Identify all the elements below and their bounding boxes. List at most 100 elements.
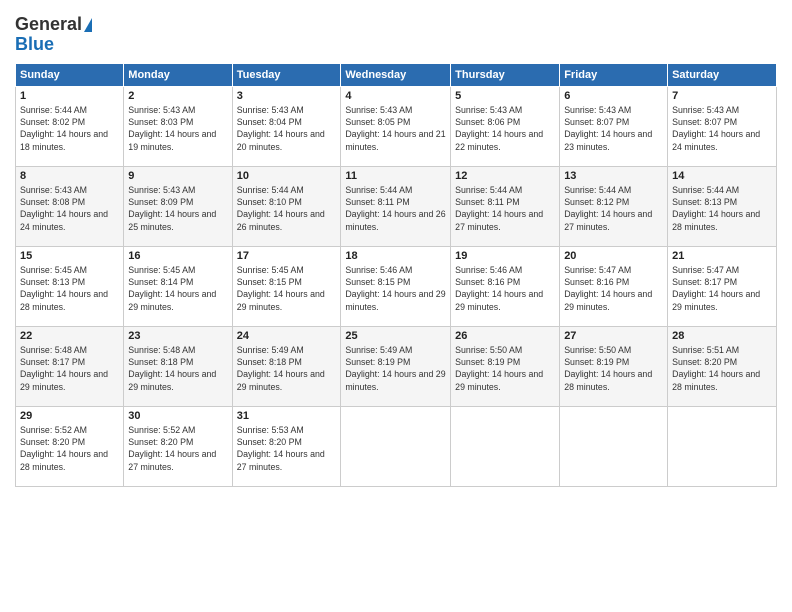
day-number: 27 (564, 330, 663, 342)
weekday-header: Saturday (668, 63, 777, 86)
calendar-cell (451, 406, 560, 486)
weekday-header: Wednesday (341, 63, 451, 86)
day-info: Sunrise: 5:43 AMSunset: 8:07 PMDaylight:… (672, 105, 760, 152)
calendar-cell: 1 Sunrise: 5:44 AMSunset: 8:02 PMDayligh… (16, 86, 124, 166)
header: General Blue (15, 15, 777, 55)
calendar-cell: 23 Sunrise: 5:48 AMSunset: 8:18 PMDaylig… (124, 326, 232, 406)
day-info: Sunrise: 5:50 AMSunset: 8:19 PMDaylight:… (455, 345, 543, 392)
day-number: 30 (128, 410, 227, 422)
day-number: 11 (345, 170, 446, 182)
logo: General Blue (15, 15, 92, 55)
day-number: 18 (345, 250, 446, 262)
calendar-week-row: 29 Sunrise: 5:52 AMSunset: 8:20 PMDaylig… (16, 406, 777, 486)
calendar-cell: 21 Sunrise: 5:47 AMSunset: 8:17 PMDaylig… (668, 246, 777, 326)
calendar-week-row: 8 Sunrise: 5:43 AMSunset: 8:08 PMDayligh… (16, 166, 777, 246)
calendar-cell (560, 406, 668, 486)
day-info: Sunrise: 5:43 AMSunset: 8:06 PMDaylight:… (455, 105, 543, 152)
calendar-cell: 28 Sunrise: 5:51 AMSunset: 8:20 PMDaylig… (668, 326, 777, 406)
day-number: 8 (20, 170, 119, 182)
day-number: 10 (237, 170, 337, 182)
calendar-cell: 29 Sunrise: 5:52 AMSunset: 8:20 PMDaylig… (16, 406, 124, 486)
day-info: Sunrise: 5:47 AMSunset: 8:16 PMDaylight:… (564, 265, 652, 312)
calendar-header: SundayMondayTuesdayWednesdayThursdayFrid… (16, 63, 777, 86)
day-number: 9 (128, 170, 227, 182)
day-info: Sunrise: 5:43 AMSunset: 8:09 PMDaylight:… (128, 185, 216, 232)
day-info: Sunrise: 5:45 AMSunset: 8:15 PMDaylight:… (237, 265, 325, 312)
calendar-cell: 3 Sunrise: 5:43 AMSunset: 8:04 PMDayligh… (232, 86, 341, 166)
day-number: 20 (564, 250, 663, 262)
day-number: 14 (672, 170, 772, 182)
logo-text: General (15, 15, 92, 35)
day-info: Sunrise: 5:43 AMSunset: 8:05 PMDaylight:… (345, 105, 445, 152)
day-number: 12 (455, 170, 555, 182)
day-number: 16 (128, 250, 227, 262)
calendar-week-row: 22 Sunrise: 5:48 AMSunset: 8:17 PMDaylig… (16, 326, 777, 406)
day-number: 22 (20, 330, 119, 342)
calendar-cell: 10 Sunrise: 5:44 AMSunset: 8:10 PMDaylig… (232, 166, 341, 246)
day-info: Sunrise: 5:44 AMSunset: 8:11 PMDaylight:… (345, 185, 445, 232)
calendar-week-row: 15 Sunrise: 5:45 AMSunset: 8:13 PMDaylig… (16, 246, 777, 326)
calendar-cell (341, 406, 451, 486)
day-info: Sunrise: 5:53 AMSunset: 8:20 PMDaylight:… (237, 425, 325, 472)
day-info: Sunrise: 5:52 AMSunset: 8:20 PMDaylight:… (128, 425, 216, 472)
calendar-cell: 31 Sunrise: 5:53 AMSunset: 8:20 PMDaylig… (232, 406, 341, 486)
day-info: Sunrise: 5:43 AMSunset: 8:07 PMDaylight:… (564, 105, 652, 152)
calendar-cell: 6 Sunrise: 5:43 AMSunset: 8:07 PMDayligh… (560, 86, 668, 166)
day-info: Sunrise: 5:50 AMSunset: 8:19 PMDaylight:… (564, 345, 652, 392)
day-number: 17 (237, 250, 337, 262)
day-info: Sunrise: 5:44 AMSunset: 8:10 PMDaylight:… (237, 185, 325, 232)
calendar-cell: 4 Sunrise: 5:43 AMSunset: 8:05 PMDayligh… (341, 86, 451, 166)
calendar-cell: 12 Sunrise: 5:44 AMSunset: 8:11 PMDaylig… (451, 166, 560, 246)
day-info: Sunrise: 5:47 AMSunset: 8:17 PMDaylight:… (672, 265, 760, 312)
day-info: Sunrise: 5:43 AMSunset: 8:08 PMDaylight:… (20, 185, 108, 232)
day-number: 31 (237, 410, 337, 422)
weekday-header: Thursday (451, 63, 560, 86)
day-number: 29 (20, 410, 119, 422)
calendar-cell: 20 Sunrise: 5:47 AMSunset: 8:16 PMDaylig… (560, 246, 668, 326)
day-info: Sunrise: 5:52 AMSunset: 8:20 PMDaylight:… (20, 425, 108, 472)
calendar-cell: 14 Sunrise: 5:44 AMSunset: 8:13 PMDaylig… (668, 166, 777, 246)
calendar-cell: 25 Sunrise: 5:49 AMSunset: 8:19 PMDaylig… (341, 326, 451, 406)
calendar-cell: 17 Sunrise: 5:45 AMSunset: 8:15 PMDaylig… (232, 246, 341, 326)
calendar-cell: 8 Sunrise: 5:43 AMSunset: 8:08 PMDayligh… (16, 166, 124, 246)
calendar-cell (668, 406, 777, 486)
day-info: Sunrise: 5:46 AMSunset: 8:15 PMDaylight:… (345, 265, 445, 312)
day-number: 4 (345, 90, 446, 102)
day-number: 26 (455, 330, 555, 342)
calendar-cell: 18 Sunrise: 5:46 AMSunset: 8:15 PMDaylig… (341, 246, 451, 326)
day-number: 6 (564, 90, 663, 102)
calendar-cell: 9 Sunrise: 5:43 AMSunset: 8:09 PMDayligh… (124, 166, 232, 246)
day-number: 21 (672, 250, 772, 262)
day-number: 5 (455, 90, 555, 102)
calendar-cell: 22 Sunrise: 5:48 AMSunset: 8:17 PMDaylig… (16, 326, 124, 406)
logo-icon (84, 18, 92, 32)
day-info: Sunrise: 5:46 AMSunset: 8:16 PMDaylight:… (455, 265, 543, 312)
day-info: Sunrise: 5:43 AMSunset: 8:03 PMDaylight:… (128, 105, 216, 152)
weekday-header: Tuesday (232, 63, 341, 86)
calendar-week-row: 1 Sunrise: 5:44 AMSunset: 8:02 PMDayligh… (16, 86, 777, 166)
weekday-header: Sunday (16, 63, 124, 86)
calendar-cell: 27 Sunrise: 5:50 AMSunset: 8:19 PMDaylig… (560, 326, 668, 406)
calendar-table: SundayMondayTuesdayWednesdayThursdayFrid… (15, 63, 777, 487)
day-info: Sunrise: 5:44 AMSunset: 8:12 PMDaylight:… (564, 185, 652, 232)
calendar-cell: 7 Sunrise: 5:43 AMSunset: 8:07 PMDayligh… (668, 86, 777, 166)
day-number: 7 (672, 90, 772, 102)
day-number: 23 (128, 330, 227, 342)
page-container: General Blue SundayMondayTuesdayWednesda… (0, 0, 792, 612)
weekday-header: Monday (124, 63, 232, 86)
calendar-cell: 11 Sunrise: 5:44 AMSunset: 8:11 PMDaylig… (341, 166, 451, 246)
day-info: Sunrise: 5:48 AMSunset: 8:18 PMDaylight:… (128, 345, 216, 392)
day-info: Sunrise: 5:44 AMSunset: 8:13 PMDaylight:… (672, 185, 760, 232)
day-info: Sunrise: 5:49 AMSunset: 8:18 PMDaylight:… (237, 345, 325, 392)
day-number: 1 (20, 90, 119, 102)
day-number: 2 (128, 90, 227, 102)
day-info: Sunrise: 5:44 AMSunset: 8:11 PMDaylight:… (455, 185, 543, 232)
day-info: Sunrise: 5:45 AMSunset: 8:14 PMDaylight:… (128, 265, 216, 312)
calendar-body: 1 Sunrise: 5:44 AMSunset: 8:02 PMDayligh… (16, 86, 777, 486)
calendar-cell: 15 Sunrise: 5:45 AMSunset: 8:13 PMDaylig… (16, 246, 124, 326)
calendar-cell: 26 Sunrise: 5:50 AMSunset: 8:19 PMDaylig… (451, 326, 560, 406)
weekday-row: SundayMondayTuesdayWednesdayThursdayFrid… (16, 63, 777, 86)
day-info: Sunrise: 5:44 AMSunset: 8:02 PMDaylight:… (20, 105, 108, 152)
day-info: Sunrise: 5:49 AMSunset: 8:19 PMDaylight:… (345, 345, 445, 392)
day-number: 19 (455, 250, 555, 262)
